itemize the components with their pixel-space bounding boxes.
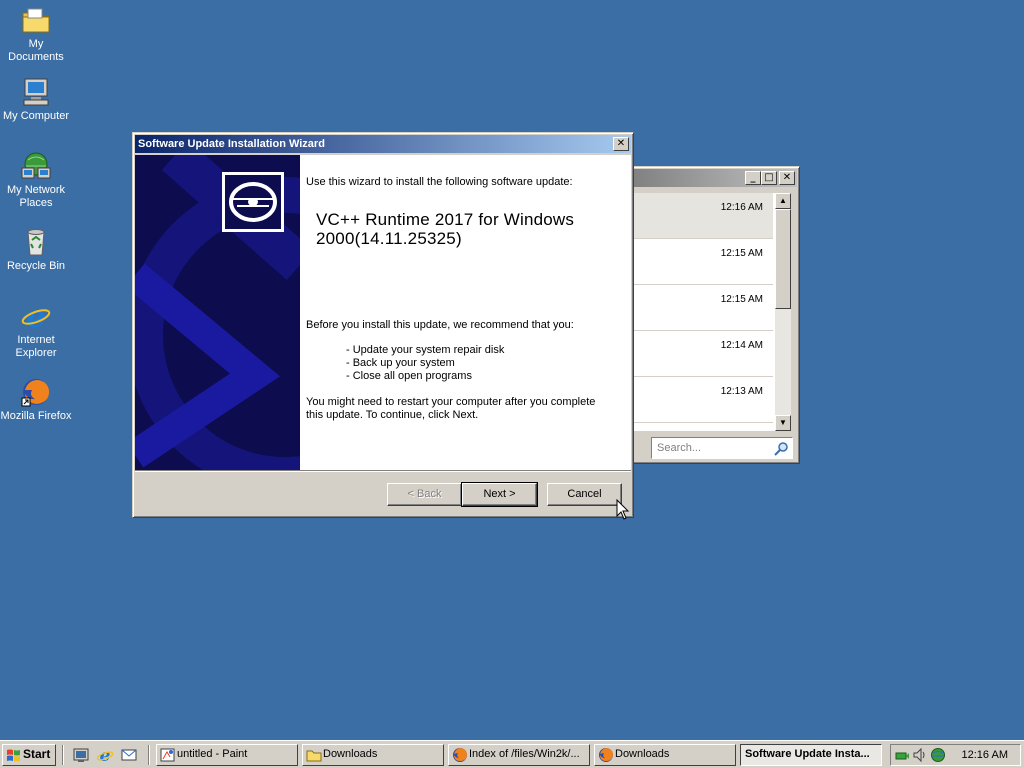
desktop-icon-internet-explorer[interactable]: e Internet Explorer bbox=[0, 300, 72, 360]
close-button[interactable]: ✕ bbox=[779, 171, 795, 185]
desktop-icon-my-documents[interactable]: My Documents bbox=[0, 4, 72, 64]
update-product-name: VC++ Runtime 2017 for Windows 2000(14.11… bbox=[316, 210, 575, 248]
next-button[interactable]: Next > bbox=[461, 482, 538, 507]
list-item: - Close all open programs bbox=[346, 370, 472, 382]
desktop-icon-label: Recycle Bin bbox=[6, 260, 66, 272]
search-input[interactable]: Search... bbox=[651, 437, 793, 459]
download-time: 12:15 AM bbox=[720, 248, 763, 259]
folder-icon bbox=[306, 750, 322, 762]
desktop-icon-label: My Documents bbox=[8, 38, 64, 63]
list-item[interactable]: 12:13 AM bbox=[633, 377, 773, 423]
recommendation-text: Before you install this update, we recom… bbox=[306, 319, 574, 331]
button-separator bbox=[135, 470, 631, 472]
taskbar-item-downloads-folder[interactable]: Downloads bbox=[302, 744, 444, 766]
desktop-icon-recycle-bin[interactable]: Recycle Bin bbox=[0, 226, 72, 273]
back-button[interactable]: < Back bbox=[387, 483, 462, 506]
ie-icon[interactable]: e bbox=[96, 746, 114, 764]
ie-icon: e bbox=[21, 300, 51, 332]
downloads-window-titlebar[interactable]: _ □ ✕ bbox=[631, 169, 797, 187]
taskbar-item-software-update[interactable]: Software Update Insta... bbox=[740, 744, 882, 766]
taskbar-divider bbox=[148, 745, 150, 765]
start-button[interactable]: Start bbox=[2, 744, 56, 766]
list-item[interactable]: 12:16 AM bbox=[633, 193, 773, 239]
downloads-list: 12:16 AM 12:15 AM 12:15 AM 12:14 AM 12:1… bbox=[633, 193, 775, 431]
desktop-icon-label: Mozilla Firefox bbox=[0, 410, 72, 422]
desktop-icon-label: My Computer bbox=[2, 110, 70, 122]
volume-icon[interactable] bbox=[912, 747, 928, 763]
downloads-window[interactable]: _ □ ✕ 12:16 AM 12:15 AM 12:15 AM 12:14 A… bbox=[628, 166, 800, 464]
firefox-icon bbox=[599, 748, 613, 762]
download-time: 12:14 AM bbox=[720, 340, 763, 351]
list-item[interactable]: 12:15 AM bbox=[633, 285, 773, 331]
desktop-icon-my-computer[interactable]: My Computer bbox=[0, 76, 72, 123]
taskbar-item-firefox-downloads[interactable]: Downloads bbox=[594, 744, 736, 766]
wizard-content: Use this wizard to install the following… bbox=[306, 155, 626, 470]
taskbar-divider bbox=[62, 745, 64, 765]
show-desktop-icon[interactable] bbox=[72, 746, 90, 764]
safely-remove-hardware-icon[interactable] bbox=[894, 747, 910, 763]
restart-note: You might need to restart your computer … bbox=[306, 396, 596, 421]
mouse-pointer-icon bbox=[616, 499, 630, 520]
paint-icon bbox=[160, 748, 175, 762]
disc-glyph bbox=[229, 182, 277, 222]
download-time: 12:13 AM bbox=[720, 386, 763, 397]
start-label: Start bbox=[23, 747, 51, 761]
wizard-title: Software Update Installation Wizard bbox=[138, 138, 325, 150]
firefox-icon bbox=[21, 379, 50, 407]
list-item: - Update your system repair disk bbox=[346, 344, 505, 356]
taskbar-item-firefox-index[interactable]: Index of /files/Win2k/... bbox=[448, 744, 590, 766]
system-tray: 12:16 AM bbox=[890, 744, 1021, 766]
desktop-icon-mozilla-firefox[interactable]: Mozilla Firefox bbox=[0, 376, 72, 423]
svg-text:e: e bbox=[26, 300, 45, 332]
network-globe-icon[interactable] bbox=[930, 747, 946, 763]
cancel-button[interactable]: Cancel bbox=[547, 483, 622, 506]
scroll-up-button[interactable]: ▲ bbox=[775, 193, 791, 209]
search-placeholder: Search... bbox=[657, 442, 702, 454]
taskbar-item-label: Index of /files/Win2k/... bbox=[469, 748, 580, 760]
folder-icon bbox=[22, 8, 50, 33]
download-time: 12:15 AM bbox=[720, 294, 763, 305]
minimize-button[interactable]: _ bbox=[745, 171, 761, 185]
desktop-icon-label: Internet Explorer bbox=[15, 334, 57, 359]
close-button[interactable]: ✕ bbox=[613, 137, 629, 151]
downloads-scrollbar[interactable]: ▲ ▼ bbox=[775, 193, 791, 431]
desktop-icon-my-network-places[interactable]: My Network Places bbox=[0, 150, 72, 210]
desktop-icon-label: My Network Places bbox=[6, 184, 66, 209]
taskbar: Start e untitled - Paint Downloads Index… bbox=[0, 740, 1024, 768]
windows-logo-icon bbox=[7, 749, 20, 762]
scroll-thumb[interactable] bbox=[775, 209, 791, 309]
list-item[interactable]: 12:14 AM bbox=[633, 331, 773, 377]
list-item[interactable]: 12:15 AM bbox=[633, 239, 773, 285]
recommendation-list: - Update your system repair disk - Back … bbox=[346, 344, 504, 383]
taskbar-item-label: untitled - Paint bbox=[177, 748, 248, 760]
wizard-body: Use this wizard to install the following… bbox=[135, 155, 631, 470]
wizard-titlebar[interactable]: Software Update Installation Wizard ✕ bbox=[135, 135, 631, 153]
outlook-express-icon[interactable] bbox=[120, 746, 138, 764]
wizard-intro-text: Use this wizard to install the following… bbox=[306, 176, 573, 188]
network-icon bbox=[21, 152, 51, 179]
taskbar-item-paint[interactable]: untitled - Paint bbox=[156, 744, 298, 766]
maximize-button[interactable]: □ bbox=[761, 171, 777, 185]
taskbar-clock[interactable]: 12:16 AM bbox=[962, 749, 1008, 761]
recycle-bin-icon bbox=[27, 229, 45, 256]
install-wizard-dialog[interactable]: Software Update Installation Wizard ✕ Us… bbox=[132, 132, 634, 518]
taskbar-item-label: Downloads bbox=[323, 748, 378, 760]
cd-icon bbox=[222, 172, 284, 232]
computer-icon bbox=[23, 78, 49, 106]
wizard-banner bbox=[135, 155, 300, 470]
search-icon[interactable] bbox=[773, 441, 789, 457]
list-item: - Back up your system bbox=[346, 357, 455, 369]
download-time: 12:16 AM bbox=[720, 202, 763, 213]
taskbar-item-label: Software Update Insta... bbox=[745, 748, 870, 760]
firefox-icon bbox=[453, 748, 467, 762]
taskbar-item-label: Downloads bbox=[615, 748, 670, 760]
scroll-down-button[interactable]: ▼ bbox=[775, 415, 791, 431]
